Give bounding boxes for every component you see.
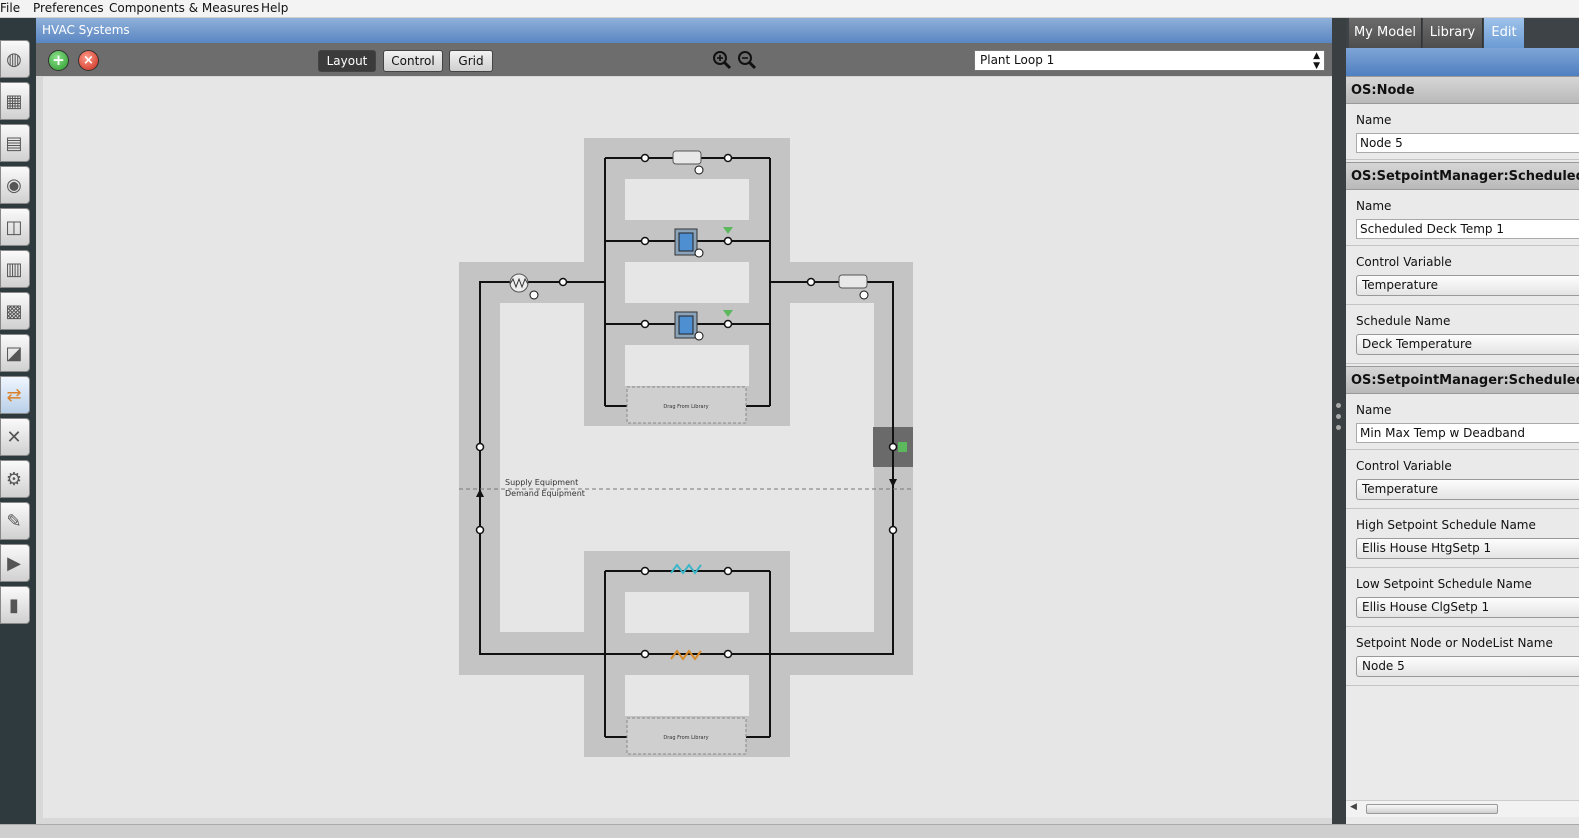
left-tab-space-types[interactable]: ◫ [0, 208, 30, 246]
field-label: Name [1356, 199, 1392, 213]
add-plus-icon[interactable]: + [48, 50, 69, 71]
facility-icon: ▩ [5, 301, 23, 322]
splitter-dot [1336, 403, 1341, 408]
horizontal-scrollbar[interactable]: ◀ [1346, 800, 1579, 817]
section-header: OS:Node [1346, 76, 1579, 104]
menu-bar: File Preferences Components & Measures H… [0, 0, 1579, 18]
updown-arrow-icon: ▲ ▼ [1313, 51, 1320, 71]
remove-x-icon[interactable]: × [78, 50, 99, 71]
name-input[interactable]: Scheduled Deck Temp 1 [1356, 219, 1579, 239]
field-label: Control Variable [1356, 255, 1452, 269]
left-tab-site[interactable]: ◍ [0, 40, 30, 78]
supply-equipment-label: Supply Equipment [505, 478, 578, 487]
hvac-layout-canvas[interactable]: Supply Equipment Demand Equipment Drag F… [43, 77, 1332, 818]
left-tab-results-summary[interactable]: ▮ [0, 586, 30, 624]
left-vertical-toolbar: ◍ ▦ ▤ ◉ ◫ ▥ ▩ ◪ ⇄ ✕ ⚙ ✎ ▶ ▮ [0, 18, 36, 824]
scroll-left-icon[interactable]: ◀ [1350, 802, 1357, 812]
menu-help[interactable]: Help [261, 1, 288, 15]
status-bar [0, 824, 1579, 838]
field-dropdown[interactable]: Node 5 [1356, 656, 1579, 677]
zoom-in-icon[interactable] [712, 50, 732, 70]
left-tab-constructions[interactable]: ▤ [0, 124, 30, 162]
right-panel-tabs: My Model Library Edit [1346, 18, 1579, 48]
supply-drop-zone-label[interactable]: Drag From Library [663, 404, 708, 410]
field-dropdown[interactable]: Ellis House HtgSetp 1 [1356, 538, 1579, 559]
hvac-systems-header: HVAC Systems [36, 18, 1332, 43]
hvac-toolbar: + × Layout Control Grid Plant Loop 1 ▲ ▼ [36, 43, 1332, 76]
building-summary-icon: ✕ [6, 427, 22, 448]
space-types-icon: ◫ [5, 217, 23, 238]
field-dropdown[interactable]: Temperature [1356, 479, 1579, 500]
demand-equipment-label: Demand Equipment [505, 489, 585, 498]
tab-library[interactable]: Library [1423, 18, 1483, 48]
left-tab-spaces[interactable]: ◪ [0, 334, 30, 372]
splitter-dot [1336, 414, 1341, 419]
hvac-systems-title: HVAC Systems [42, 23, 130, 37]
field-label: Name [1356, 113, 1392, 127]
left-tab-facility[interactable]: ▩ [0, 292, 30, 330]
scrollbar-thumb[interactable] [1366, 804, 1498, 814]
grid-button[interactable]: Grid [449, 50, 493, 72]
constructions-icon: ▤ [5, 133, 23, 154]
left-tab-schedules[interactable]: ▦ [0, 82, 30, 120]
plant-loop-select[interactable]: Plant Loop 1 ▲ ▼ [974, 50, 1325, 71]
field-separator [1346, 626, 1579, 627]
geometry-icon: ▥ [5, 259, 23, 280]
field-label: Schedule Name [1356, 314, 1451, 328]
field-label: Low Setpoint Schedule Name [1356, 577, 1532, 591]
scripts-icon: ✎ [6, 511, 22, 532]
field-separator [1346, 449, 1579, 450]
field-dropdown[interactable]: Deck Temperature [1356, 334, 1579, 355]
menu-file[interactable]: File [0, 1, 20, 15]
right-panel-band [1346, 48, 1579, 76]
plant-loop-select-value: Plant Loop 1 [980, 53, 1055, 67]
left-tab-building-summary[interactable]: ✕ [0, 418, 30, 456]
demand-drop-zone-label[interactable]: Drag From Library [663, 735, 708, 741]
field-separator [1346, 245, 1579, 246]
field-separator [1346, 685, 1579, 686]
control-button[interactable]: Control [383, 50, 443, 72]
zoom-out-icon[interactable] [737, 50, 757, 70]
field-label: Control Variable [1356, 459, 1452, 473]
schedules-icon: ▦ [5, 91, 23, 112]
hvac-systems-icon: ⇄ [6, 385, 22, 406]
simulation-settings-icon: ⚙ [5, 469, 23, 490]
field-dropdown[interactable]: Ellis House ClgSetp 1 [1356, 597, 1579, 618]
field-separator [1346, 567, 1579, 568]
run-simulation-icon: ▶ [7, 553, 21, 574]
section-header: OS:SetpointManager:Scheduled:D [1346, 366, 1579, 394]
loads-icon: ◉ [6, 175, 22, 196]
field-label: Setpoint Node or NodeList Name [1356, 636, 1553, 650]
left-tab-geometry[interactable]: ▥ [0, 250, 30, 288]
splitter-dot [1336, 425, 1341, 430]
field-separator [1346, 508, 1579, 509]
site-icon: ◍ [6, 49, 22, 70]
field-label: Name [1356, 403, 1392, 417]
plant-loop-diagram: Supply Equipment Demand Equipment Drag F… [459, 138, 913, 757]
left-tab-scripts[interactable]: ✎ [0, 502, 30, 540]
spaces-icon: ◪ [5, 343, 23, 364]
field-separator [1346, 159, 1579, 160]
menu-components-measures[interactable]: Components & Measures [109, 1, 259, 15]
left-tab-loads[interactable]: ◉ [0, 166, 30, 204]
left-tab-run-simulation[interactable]: ▶ [0, 544, 30, 582]
panel-splitter[interactable] [1332, 18, 1346, 824]
menu-preferences[interactable]: Preferences [33, 1, 104, 15]
layout-button[interactable]: Layout [318, 50, 376, 72]
section-header: OS:SetpointManager:Scheduled [1346, 162, 1579, 190]
results-summary-icon: ▮ [9, 595, 19, 616]
tab-edit[interactable]: Edit [1484, 18, 1524, 48]
name-input[interactable]: Min Max Temp w Deadband [1356, 423, 1579, 443]
tab-my-model[interactable]: My Model [1349, 18, 1422, 48]
field-dropdown[interactable]: Temperature [1356, 275, 1579, 296]
name-input[interactable]: Node 5 [1356, 133, 1579, 153]
left-tab-hvac-systems[interactable]: ⇄ [0, 376, 30, 414]
field-label: High Setpoint Schedule Name [1356, 518, 1536, 532]
right-inspector-panel: My Model Library Edit ◀ OS:Node Name Node … [1346, 18, 1579, 824]
field-separator [1346, 304, 1579, 305]
field-separator [1346, 363, 1579, 364]
left-tab-simulation-settings[interactable]: ⚙ [0, 460, 30, 498]
